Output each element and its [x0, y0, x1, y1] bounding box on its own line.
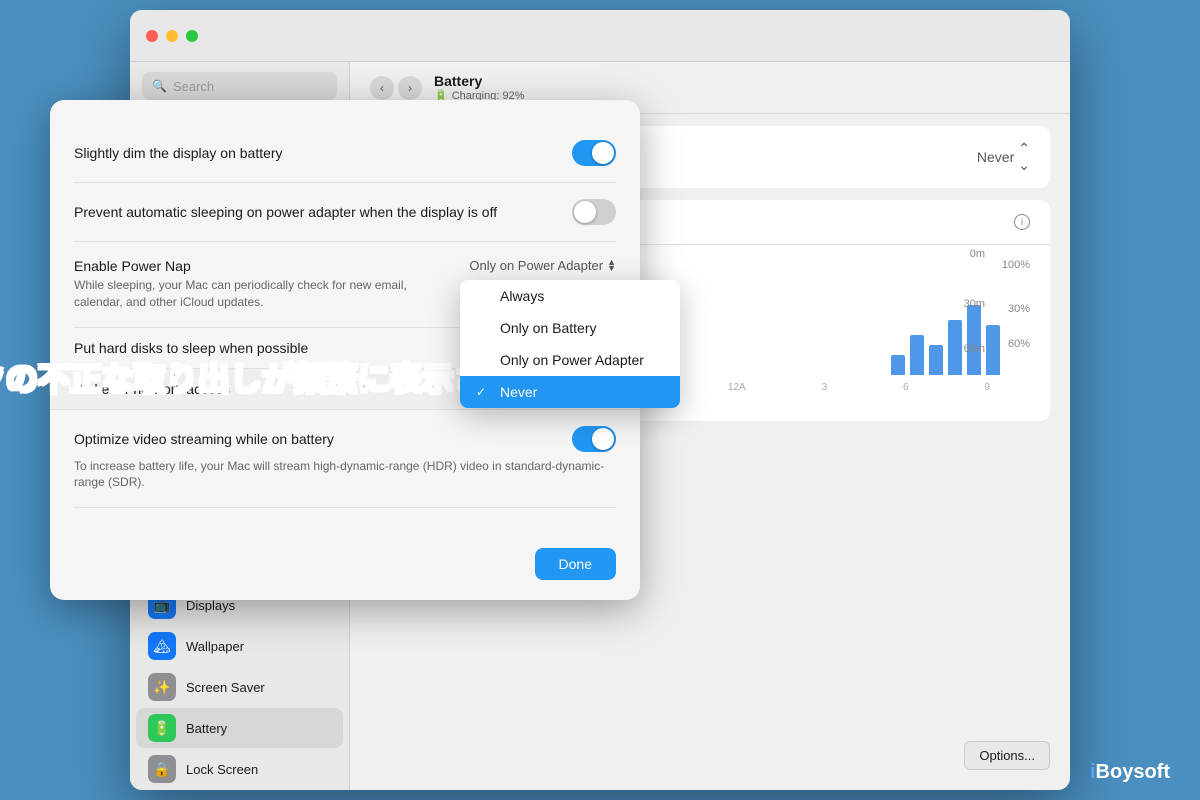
- dropdown-item-never[interactable]: ✓ Never: [460, 376, 680, 408]
- dropdown-item-adapter[interactable]: Only on Power Adapter: [460, 344, 680, 376]
- dialog-footer: Done: [50, 532, 640, 600]
- chart-bar-2: [910, 335, 924, 375]
- chart-30m-label: 30m: [964, 298, 985, 310]
- panel-title-area: Battery 🔋 Charging: 92%: [434, 73, 524, 102]
- chart-30-label: 30%: [1008, 303, 1030, 315]
- power-nap-chevron: ▲▼: [607, 260, 616, 271]
- screensaver-icon: ✨: [148, 673, 176, 701]
- forward-button[interactable]: ›: [398, 76, 422, 100]
- sidebar-item-wallpaper[interactable]: 🏔 Wallpaper: [136, 626, 343, 666]
- optimize-row-top: Optimize video streaming while on batter…: [74, 426, 616, 452]
- power-nap-desc: While sleeping, your Mac can periodicall…: [74, 277, 454, 311]
- back-button[interactable]: ‹: [370, 76, 394, 100]
- optimize-toggle[interactable]: [572, 426, 616, 452]
- search-placeholder: Search: [173, 79, 214, 94]
- done-button[interactable]: Done: [535, 548, 616, 580]
- dim-display-title: Slightly dim the display on battery: [74, 145, 572, 161]
- dialog-row-dim-text: Slightly dim the display on battery: [74, 145, 572, 161]
- sidebar-label-screensaver: Screen Saver: [186, 680, 265, 695]
- low-power-chevron: ⌃⌄: [1018, 140, 1030, 174]
- chart-bars: [891, 305, 1000, 375]
- battery-label: Only on Battery: [500, 320, 597, 336]
- power-nap-title: Enable Power Nap: [74, 258, 469, 274]
- search-icon: 🔍: [152, 79, 167, 93]
- chart-bar-4: [948, 320, 962, 375]
- dropdown-item-always[interactable]: Always: [460, 280, 680, 312]
- x-label-3b: 3: [822, 382, 828, 393]
- close-button[interactable]: [146, 30, 158, 42]
- wake-row-title: Wake for network access: [74, 381, 230, 397]
- dialog-row-sleep: Prevent automatic sleeping on power adap…: [74, 183, 616, 242]
- prevent-sleep-title: Prevent automatic sleeping on power adap…: [74, 204, 572, 220]
- never-checkmark: ✓: [476, 385, 492, 399]
- sidebar-label-battery: Battery: [186, 721, 227, 736]
- normal-value: i: [1014, 214, 1030, 230]
- chart-bar-3: [929, 345, 943, 375]
- chart-60-label: 60%: [1008, 338, 1030, 350]
- title-bar: [130, 10, 1070, 62]
- search-bar[interactable]: 🔍 Search: [142, 72, 337, 100]
- power-nap-value-text: Only on Power Adapter: [469, 258, 603, 273]
- sleep-toggle-knob: [574, 201, 596, 223]
- sidebar-item-battery[interactable]: 🔋 Battery: [136, 708, 343, 748]
- sidebar-label-lockscreen: Lock Screen: [186, 762, 258, 777]
- sidebar-label-wallpaper: Wallpaper: [186, 639, 244, 654]
- dim-display-toggle[interactable]: [572, 140, 616, 166]
- optimize-title: Optimize video streaming while on batter…: [74, 431, 334, 447]
- prevent-sleep-toggle[interactable]: [572, 199, 616, 225]
- panel-title: Battery: [434, 73, 524, 89]
- chart-0m-label: 0m: [970, 248, 985, 260]
- x-label-12a: 12A: [728, 382, 746, 393]
- dialog-row-powernap-text: Enable Power Nap While sleeping, your Ma…: [74, 258, 469, 311]
- wallpaper-icon: 🏔: [148, 632, 176, 660]
- optimize-toggle-knob: [592, 428, 614, 450]
- always-label: Always: [500, 288, 544, 304]
- dim-toggle-knob: [592, 142, 614, 164]
- iboysoft-text: iBoysoft: [1090, 761, 1170, 783]
- adapter-label: Only on Power Adapter: [500, 352, 644, 368]
- x-label-9b: 9: [984, 382, 990, 393]
- hard-disk-title: Put hard disks to sleep when possible: [74, 340, 308, 356]
- maximize-button[interactable]: [186, 30, 198, 42]
- dialog-row-optimize: Optimize video streaming while on batter…: [74, 410, 616, 509]
- never-label: Never: [500, 384, 537, 400]
- minimize-button[interactable]: [166, 30, 178, 42]
- battery-icon: 🔋: [148, 714, 176, 742]
- chart-bar-5: [967, 305, 981, 375]
- nav-arrows: ‹ ›: [370, 76, 422, 100]
- chart-bar-1: [891, 355, 905, 375]
- iboysoft-rest: Boysoft: [1096, 761, 1170, 783]
- sidebar-item-screensaver[interactable]: ✨ Screen Saver: [136, 667, 343, 707]
- chart-percentage-label: 100%: [1002, 259, 1030, 271]
- dropdown-item-battery[interactable]: Only on Battery: [460, 312, 680, 344]
- dropdown-popup: Always Only on Battery Only on Power Ada…: [460, 280, 680, 408]
- low-power-value-text: Never: [977, 149, 1014, 165]
- chart-60m-label: 60m: [964, 343, 985, 355]
- low-power-value[interactable]: Never ⌃⌄: [977, 140, 1030, 174]
- dialog-row-dim: Slightly dim the display on battery: [74, 124, 616, 183]
- traffic-lights: [146, 30, 198, 42]
- info-icon[interactable]: i: [1014, 214, 1030, 230]
- iboysoft-brand: iBoysoft: [1090, 761, 1170, 784]
- dialog-row-sleep-text: Prevent automatic sleeping on power adap…: [74, 204, 572, 220]
- optimize-desc: To increase battery life, your Mac will …: [74, 458, 616, 492]
- power-nap-value[interactable]: Only on Power Adapter ▲▼: [469, 258, 616, 273]
- lockscreen-icon: 🔒: [148, 755, 176, 783]
- x-label-6b: 6: [903, 382, 909, 393]
- chart-bar-6: [986, 325, 1000, 375]
- sidebar-item-lockscreen[interactable]: 🔒 Lock Screen: [136, 749, 343, 789]
